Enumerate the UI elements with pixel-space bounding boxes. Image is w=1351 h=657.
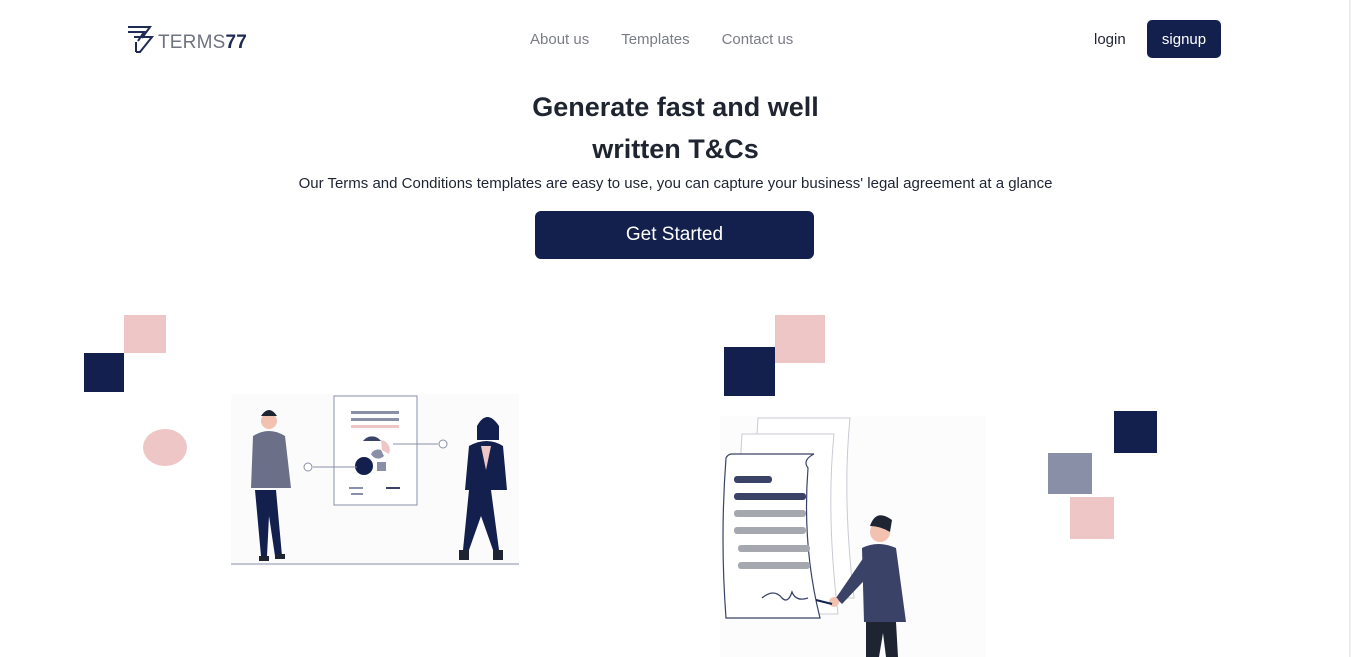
brand-logo[interactable]: TERMS77 — [126, 24, 247, 54]
decor-square-navy — [724, 347, 775, 396]
decor-circle-pink — [143, 429, 187, 466]
brand-name-suffix: 77 — [225, 32, 248, 53]
navbar: TERMS77 About us Templates Contact us lo… — [0, 0, 1351, 80]
hero-title: Generate fast and well written T&Cs — [0, 86, 1351, 170]
decor-square-pink — [124, 315, 166, 353]
decor-square-pink — [1070, 497, 1114, 539]
main-nav: About us Templates Contact us — [530, 30, 825, 50]
hero-subtitle: Our Terms and Conditions templates are e… — [298, 175, 1053, 192]
signup-button[interactable]: signup — [1147, 20, 1221, 58]
decor-square-navy — [1114, 411, 1157, 453]
brand-name-prefix: TERMS — [158, 32, 226, 53]
decor-square-pink — [775, 315, 825, 363]
nav-link-templates[interactable]: Templates — [621, 30, 689, 50]
decor-square-gray — [1048, 453, 1092, 494]
brand-name: TERMS77 — [158, 32, 247, 54]
login-link[interactable]: login — [1094, 30, 1126, 50]
signing-document-illustration — [720, 416, 986, 657]
terms-logo-icon — [128, 26, 155, 53]
nav-link-contact-us[interactable]: Contact us — [722, 30, 794, 50]
nav-link-about-us[interactable]: About us — [530, 30, 589, 50]
hero-title-line-1: Generate fast and well — [532, 92, 819, 122]
decor-square-navy — [84, 353, 124, 392]
presentation-illustration — [231, 394, 519, 566]
get-started-button[interactable]: Get Started — [535, 211, 814, 259]
hero-title-line-2: written T&Cs — [592, 134, 759, 164]
